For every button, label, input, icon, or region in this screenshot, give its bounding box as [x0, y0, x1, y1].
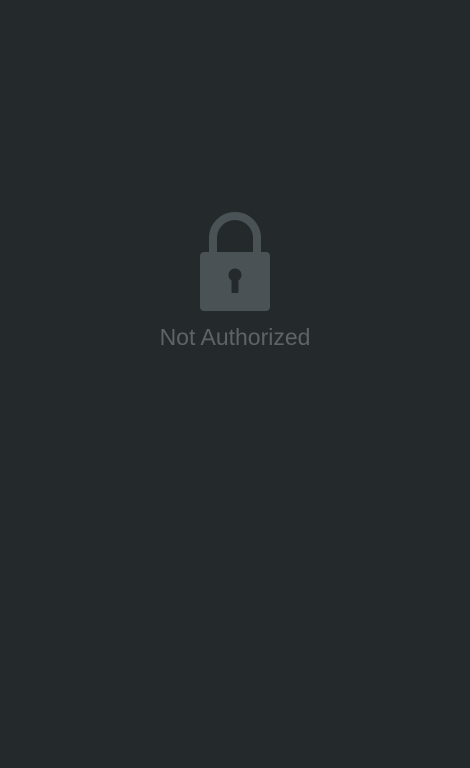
not-authorized-screen: Not Authorized	[0, 0, 470, 768]
lock-icon	[200, 212, 270, 311]
not-authorized-message: Not Authorized	[159, 324, 311, 350]
